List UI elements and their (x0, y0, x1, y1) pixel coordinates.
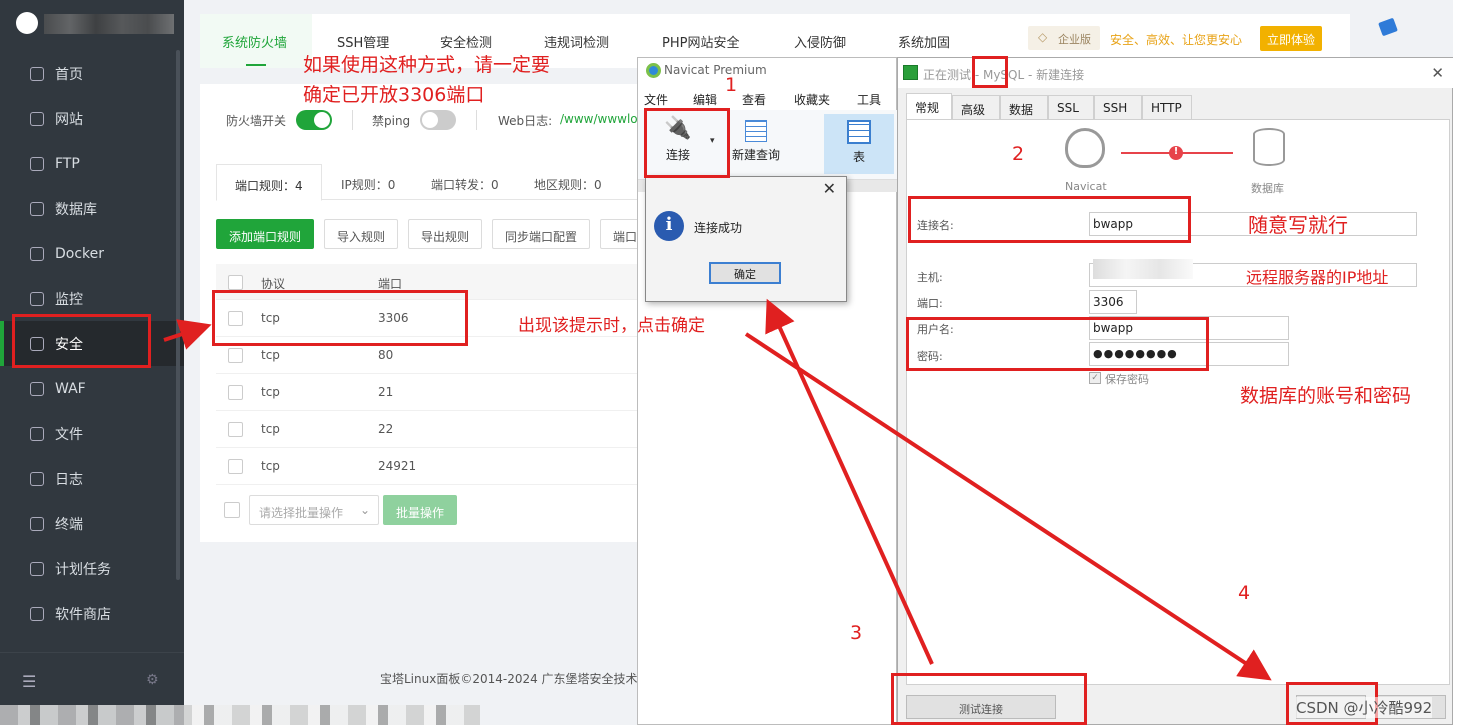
watermark: CSDN @小冷酷992 (1296, 697, 1433, 718)
arrow-dialog-to-ok (744, 332, 1272, 681)
arrow-test-to-dialog (765, 298, 934, 665)
blurred-strip (0, 705, 480, 725)
annotation-arrows (163, 298, 1272, 681)
arrow-security-to-port (163, 319, 212, 350)
